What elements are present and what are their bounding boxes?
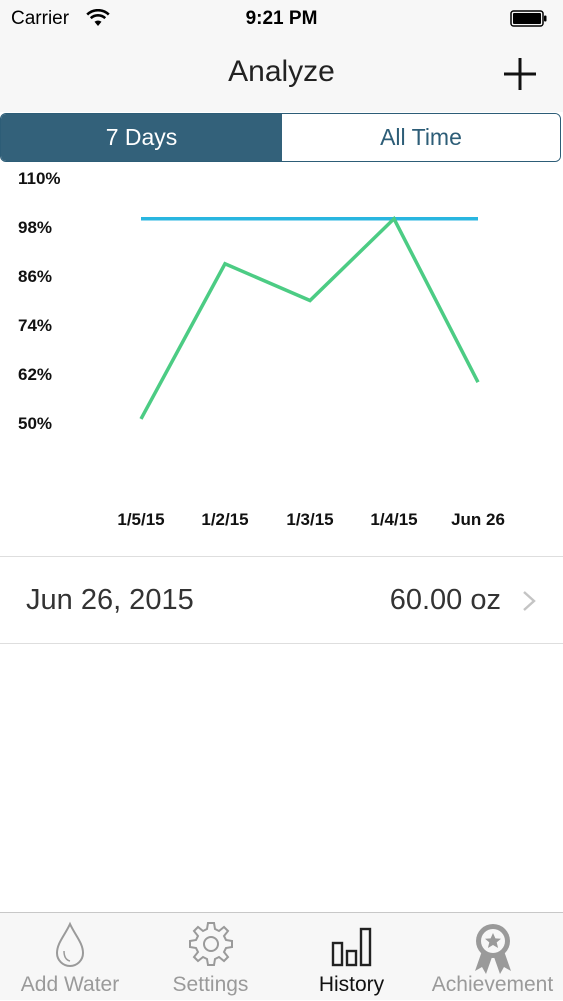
y-tick-label: 74% (18, 316, 52, 335)
divider (0, 643, 563, 644)
battery-icon (510, 10, 547, 27)
tab-settings[interactable]: Settings (140, 913, 281, 1001)
water-drop-icon (55, 921, 85, 967)
segment-7-days[interactable]: 7 Days (1, 114, 282, 161)
tab-achievement[interactable]: Achievement (422, 913, 563, 1001)
tab-bar: Add Water Settings History Achievement (0, 912, 563, 1000)
status-bar: Carrier 9:21 PM (0, 0, 563, 38)
y-tick-label: 98% (18, 218, 52, 237)
tab-label-history: History (318, 973, 385, 996)
range-segmented-control: 7 Days All Time (0, 113, 561, 162)
award-ribbon-icon (474, 924, 511, 974)
clock: 9:21 PM (245, 8, 318, 29)
x-tick-label: Jun 26 (451, 510, 505, 529)
history-row[interactable]: Jun 26, 2015 60.00 oz (0, 557, 563, 643)
tab-history[interactable]: History (281, 913, 422, 1001)
plus-icon[interactable] (500, 54, 540, 94)
tab-add-water[interactable]: Add Water (0, 913, 140, 1001)
intake-line (139, 215, 480, 420)
navigation-bar: Analyze (0, 38, 563, 112)
chevron-right-icon (523, 591, 536, 611)
page-title: Analyze (228, 55, 335, 88)
y-tick-label: 110% (18, 169, 61, 188)
y-tick-label: 50% (18, 414, 52, 433)
x-tick-label: 1/3/15 (286, 510, 333, 529)
y-tick-label: 86% (18, 267, 52, 286)
history-amount: 60.00 oz (389, 584, 501, 616)
tab-label-achievement: Achievement (431, 973, 554, 996)
segment-all-time[interactable]: All Time (282, 114, 560, 161)
y-tick-label: 62% (18, 365, 52, 384)
tab-label-settings: Settings (172, 973, 249, 996)
water-intake-line-chart: 110% 98% 86% 74% 62% 50% 1/5/15 1/2/15 1/3/15 1/4… (18, 169, 505, 529)
x-tick-label: 1/5/15 (117, 510, 164, 529)
x-tick-label: 1/4/15 (370, 510, 417, 529)
gear-icon (188, 922, 233, 966)
history-date: Jun 26, 2015 (26, 584, 194, 616)
x-tick-label: 1/2/15 (201, 510, 248, 529)
tab-label-add-water: Add Water (20, 973, 120, 996)
bar-chart-icon (331, 927, 371, 967)
